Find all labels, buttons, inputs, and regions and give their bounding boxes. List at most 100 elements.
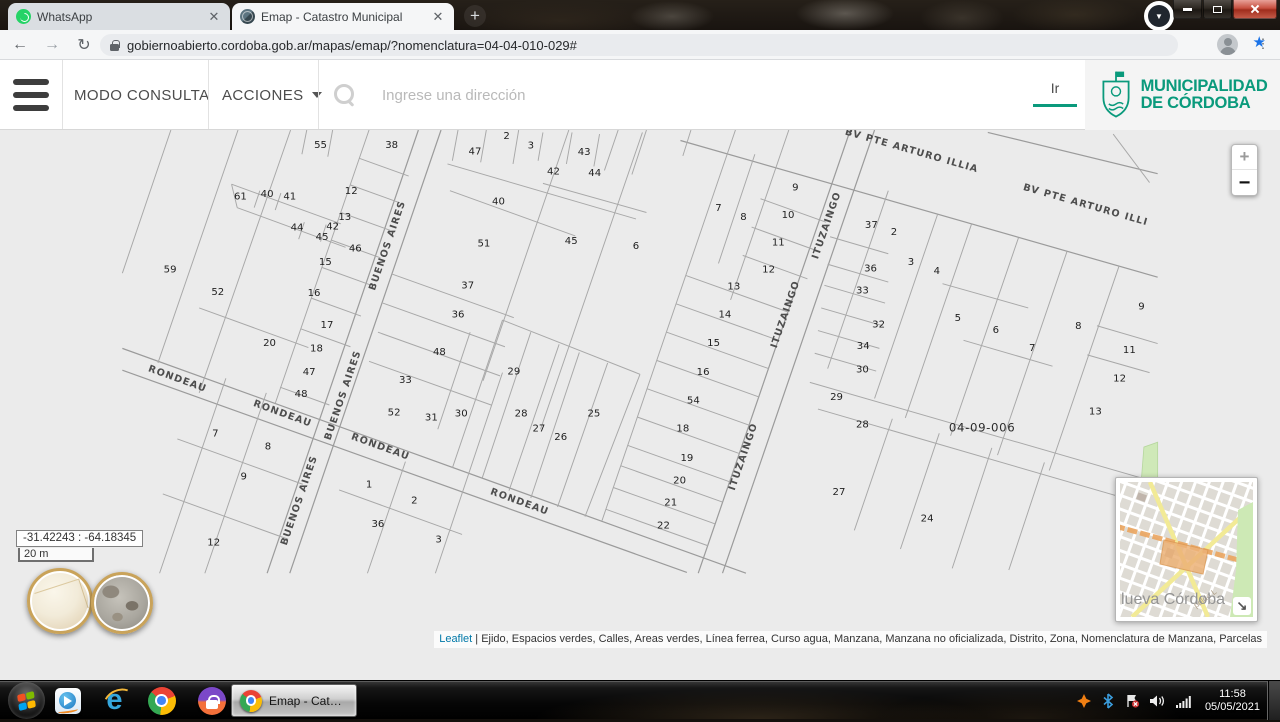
back-button[interactable]: ← [8, 33, 32, 57]
parcel-number: 11 [772, 238, 785, 249]
photo-thumbnail-1[interactable] [27, 568, 93, 634]
leaflet-link[interactable]: Leaflet [439, 633, 472, 645]
emap-header: MODO CONSULTA ACCIONES Ingrese una direc… [0, 60, 1280, 130]
zoom-in-button[interactable]: + [1232, 145, 1257, 170]
parcel-number: 47 [303, 367, 316, 378]
tab-label: Emap - Catastro Municipal [261, 10, 424, 24]
parcel-number: 4 [934, 266, 940, 277]
reload-button[interactable]: ↻ [72, 33, 96, 57]
forward-button[interactable]: → [40, 33, 64, 57]
tab-whatsapp[interactable]: WhatsApp ✕ [8, 3, 230, 30]
modo-consulta-button[interactable]: MODO CONSULTA [74, 60, 209, 130]
parcel-number: 8 [265, 441, 271, 452]
show-desktop-button[interactable] [1267, 681, 1280, 720]
block-code-label: 04-09-006 [949, 421, 1015, 435]
chevron-down-icon [312, 92, 322, 103]
windows-taskbar: e Emap - Catastro ... 11:58 05/05/2021 [0, 680, 1280, 719]
parcel-number: 18 [310, 344, 323, 355]
parcel-number: 16 [697, 367, 710, 378]
profile-avatar[interactable] [1217, 34, 1238, 55]
active-task-button[interactable]: Emap - Catastro ... [231, 684, 357, 717]
new-tab-button[interactable]: + [464, 5, 486, 27]
parcel-number: 9 [792, 183, 798, 194]
volume-icon[interactable] [1149, 693, 1166, 709]
search-input[interactable]: Ingrese una dirección [382, 60, 525, 130]
scale-bar: 20 m [18, 548, 94, 562]
emap-favicon [240, 9, 255, 24]
go-button[interactable]: Ir [1033, 80, 1077, 107]
parcel-number: 28 [515, 408, 528, 419]
parcel-number: 31 [425, 412, 438, 423]
municipalidad-logo: MUNICIPALIDAD DE CÓRDOBA [1085, 60, 1280, 130]
network-signal-icon[interactable] [1175, 693, 1192, 709]
minimap[interactable]: poldo L lueva Córdoba ↘ [1115, 477, 1258, 622]
parcel-number: 15 [707, 338, 720, 349]
parcel-number: 22 [657, 521, 670, 532]
close-button[interactable] [1233, 0, 1277, 19]
clock[interactable]: 11:58 05/05/2021 [1205, 688, 1260, 714]
parcel-number: 19 [680, 453, 693, 464]
zoom-control: + − [1231, 144, 1258, 196]
menu-hamburger-icon[interactable] [13, 75, 49, 115]
minimap-toggle-icon[interactable]: ↘ [1233, 597, 1251, 615]
desktop-titlebar: WhatsApp ✕ Emap - Catastro Municipal ✕ +… [0, 0, 1280, 30]
recorder-overlay-icon[interactable]: ▼ [1144, 1, 1174, 31]
chrome-icon[interactable] [146, 685, 177, 716]
parcel-number: 6 [633, 241, 639, 252]
zoom-out-button[interactable]: − [1232, 170, 1257, 196]
parcel-number: 40 [261, 189, 274, 200]
parcel-number: 12 [345, 186, 358, 197]
parcel-number: 48 [433, 347, 446, 358]
parcel-number: 17 [321, 320, 334, 331]
tab-close-icon[interactable]: ✕ [430, 9, 446, 25]
parcel-number: 24 [921, 513, 934, 524]
parcel-number: 18 [676, 424, 689, 435]
parcel-number: 29 [507, 366, 520, 377]
parcel-number: 42 [326, 221, 339, 232]
parcel-number: 2 [503, 131, 509, 142]
action-center-flag-icon[interactable] [1124, 693, 1140, 709]
tab-close-icon[interactable]: ✕ [206, 9, 222, 25]
start-button[interactable] [8, 682, 45, 719]
clock-date: 05/05/2021 [1205, 701, 1260, 714]
address-bar[interactable]: gobiernoabierto.cordoba.gob.ar/mapas/ema… [100, 34, 1178, 56]
parcel-number: 25 [587, 408, 600, 419]
parcel-number: 44 [588, 168, 601, 179]
cadastral-map[interactable]: 5538247343424461404112409781037213444245… [0, 130, 1280, 680]
internet-explorer-icon[interactable]: e [99, 685, 130, 716]
photo-thumbnail-2[interactable] [91, 572, 153, 634]
parcel-number: 32 [872, 319, 885, 330]
parcel-number: 7 [212, 429, 218, 440]
parcel-number: 28 [856, 420, 869, 431]
system-tray: 11:58 05/05/2021 [1076, 681, 1260, 720]
tab-emap[interactable]: Emap - Catastro Municipal ✕ [232, 3, 454, 30]
browser-menu-icon[interactable]: ⋮ [1254, 35, 1272, 53]
parcel-number: 46 [349, 243, 362, 254]
windows-flag-icon [17, 691, 36, 711]
parcel-number: 21 [664, 497, 677, 508]
parcel-number: 34 [857, 341, 870, 352]
search-icon [334, 84, 356, 106]
parcel-number: 27 [833, 487, 846, 498]
chrome-icon [240, 690, 262, 712]
map-canvas[interactable]: 5538247343424461404112409781037213444245… [0, 130, 1280, 680]
parcel-number: 3 [435, 535, 441, 546]
acciones-dropdown[interactable]: ACCIONES [222, 60, 322, 130]
parcel-number: 1 [366, 480, 372, 491]
maximize-button[interactable] [1203, 0, 1232, 19]
media-player-icon[interactable] [52, 685, 83, 716]
minimap-area-label: lueva Córdoba [1121, 591, 1225, 609]
task-label: Emap - Catastro ... [269, 694, 348, 708]
parcel-number: 13 [338, 212, 351, 223]
parcel-number: 61 [234, 192, 247, 203]
acciones-label: ACCIONES [222, 87, 304, 104]
attribution-text: | Ejido, Espacios verdes, Calles, Areas … [472, 633, 1262, 645]
bluetooth-icon[interactable] [1101, 693, 1115, 709]
url-text: gobiernoabierto.cordoba.gob.ar/mapas/ema… [127, 38, 577, 53]
parcel-number: 45 [565, 236, 578, 247]
parcel-number: 3 [528, 141, 534, 152]
whatsapp-icon [16, 9, 31, 24]
secure-browser-icon[interactable] [196, 685, 227, 716]
minimize-button[interactable] [1173, 0, 1202, 19]
avast-tray-icon[interactable] [1076, 693, 1092, 709]
